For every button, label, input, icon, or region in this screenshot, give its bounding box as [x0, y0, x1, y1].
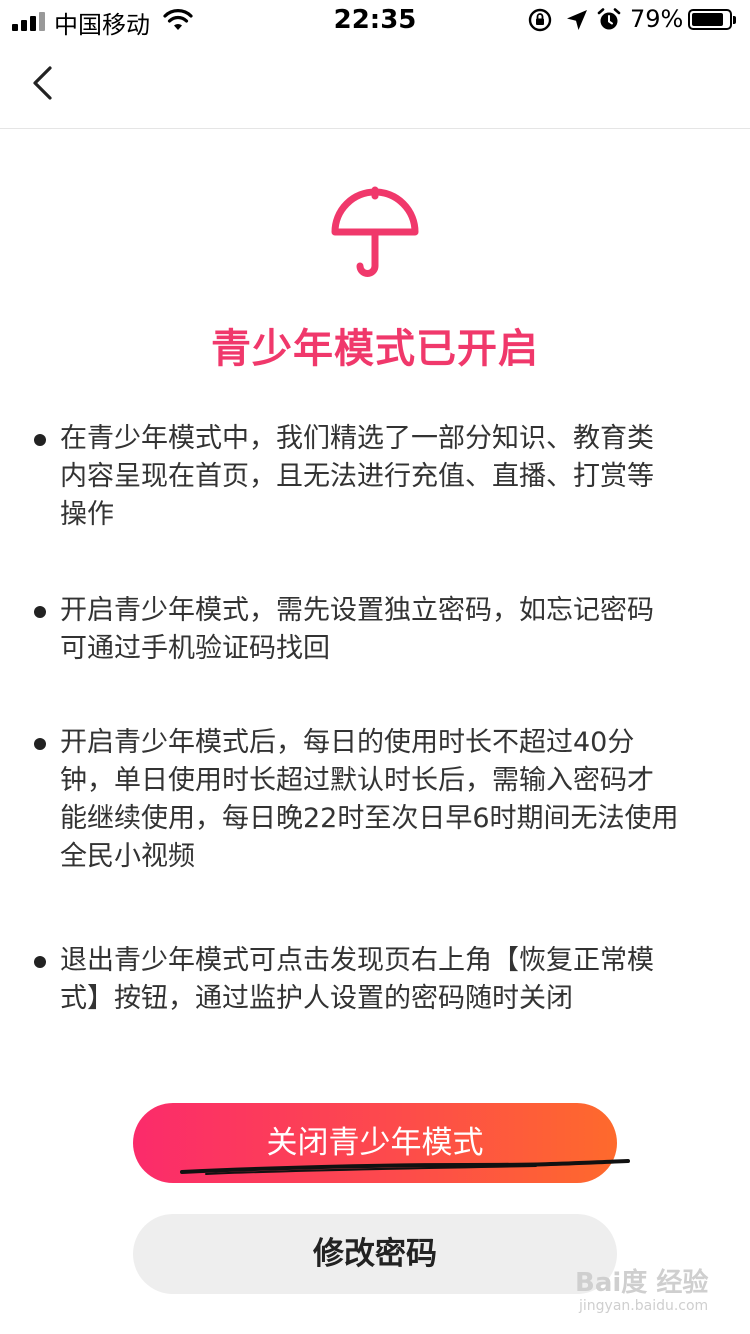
- change-password-button[interactable]: 修改密码: [133, 1214, 617, 1294]
- rotation-lock-icon: [528, 8, 552, 32]
- bullet-dot: [34, 434, 46, 446]
- list-item-text: 开启青少年模式，需先设置独立密码，如忘记密码 可通过手机验证码找回: [60, 595, 654, 664]
- page-title: 青少年模式已开启: [211, 326, 539, 372]
- status-bar: 中国移动 22:35 79%: [0, 0, 750, 40]
- alarm-icon: [597, 8, 621, 30]
- umbrella-icon: [331, 186, 419, 277]
- watermark-url: jingyan.baidu.com: [579, 1298, 709, 1314]
- battery-icon: [688, 9, 736, 30]
- close-teen-mode-button[interactable]: 关闭青少年模式: [133, 1103, 617, 1183]
- teen-mode-screen: 中国移动 22:35 79% 青少年模式已开启 在青少年模式中，我们精选了一部分…: [0, 0, 750, 1334]
- nav-bar: [0, 40, 750, 129]
- watermark-main: Bai度 经验: [575, 1268, 709, 1298]
- back-button[interactable]: [18, 58, 68, 108]
- location-icon: [567, 10, 587, 30]
- battery-percent: 79%: [630, 5, 684, 33]
- bullet-dot: [34, 606, 46, 618]
- list-item-text: 在青少年模式中，我们精选了一部分知识、教育类 内容呈现在首页，且无法进行充值、直…: [60, 423, 654, 530]
- list-item-text: 开启青少年模式后，每日的使用时长不超过40分 钟，单日使用时长超过默认时长后，需…: [60, 727, 679, 872]
- bullet-dot: [34, 738, 46, 750]
- bullet-dot: [34, 956, 46, 968]
- baidu-jingyan-watermark: Bai度 经验 jingyan.baidu.com: [575, 1262, 735, 1324]
- list-item-text: 退出青少年模式可点击发现页右上角【恢复正常模 式】按钮，通过监护人设置的密码随时…: [60, 945, 654, 1014]
